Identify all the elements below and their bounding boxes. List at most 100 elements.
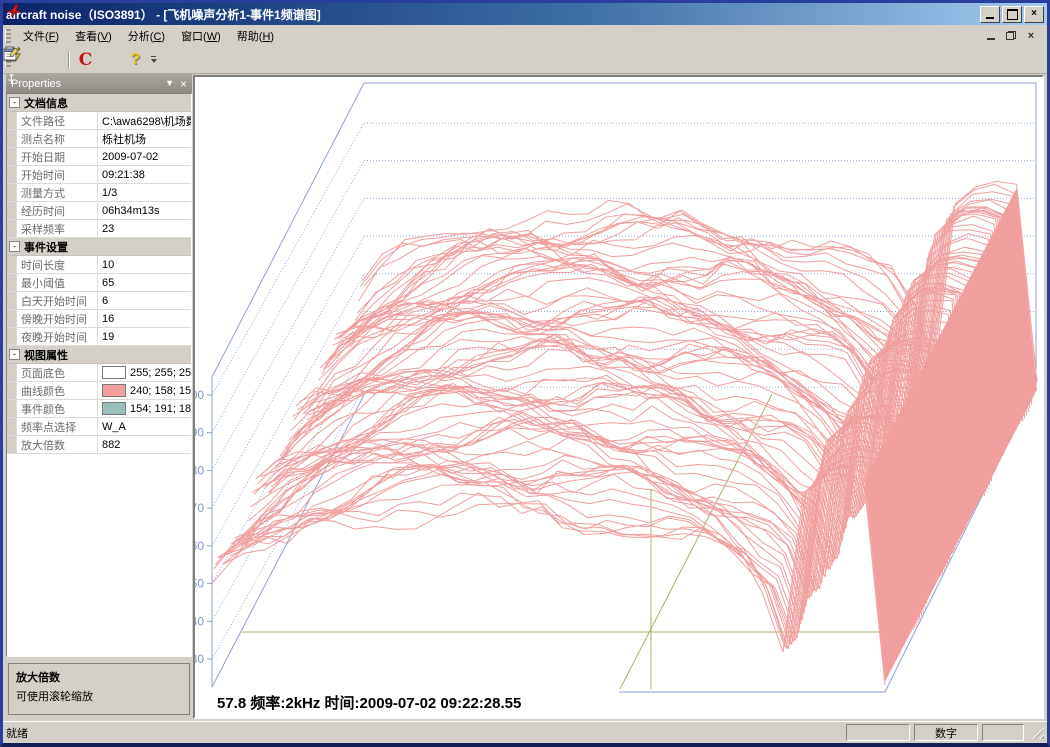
row-indent bbox=[7, 292, 17, 309]
property-label: 事件颜色 bbox=[17, 400, 98, 417]
properties-dialog-button[interactable] bbox=[99, 49, 122, 71]
row-indent bbox=[7, 418, 17, 435]
resize-grip[interactable] bbox=[1031, 726, 1044, 739]
property-value[interactable]: 09:21:38 bbox=[98, 166, 191, 183]
menu-item-H[interactable]: 帮助(H) bbox=[229, 25, 282, 47]
spectrogram-document[interactable]: 30405060708090100 57.8 频率:2kHz 时间:2009-0… bbox=[193, 75, 1044, 719]
menu-item-F[interactable]: 文件(F) bbox=[15, 25, 67, 47]
window-title: aircraft noise（ISO3891） - [飞机噪声分析1-事件1频谱… bbox=[6, 6, 321, 23]
property-label: 页面底色 bbox=[17, 364, 98, 381]
property-row[interactable]: 夜晚开始时间19 bbox=[7, 328, 191, 346]
menubar-grip[interactable] bbox=[5, 29, 11, 43]
svg-text:80: 80 bbox=[195, 463, 204, 477]
menu-bar: 文件(F)查看(V)分析(C)窗口(W)帮助(H) × bbox=[3, 25, 1047, 47]
cursor-readout-label: 57.8 频率:2kHz 时间:2009-07-02 09:22:28.55 bbox=[217, 692, 521, 713]
property-value[interactable]: 6 bbox=[98, 292, 191, 309]
property-value[interactable]: 2009-07-02 bbox=[98, 148, 191, 165]
property-row[interactable]: 测量方式1/3 bbox=[7, 184, 191, 202]
property-value[interactable]: 1/3 bbox=[98, 184, 191, 201]
property-value[interactable]: W_A bbox=[98, 418, 191, 435]
collapse-icon[interactable]: - bbox=[9, 349, 20, 360]
property-row[interactable]: 放大倍数882 bbox=[7, 436, 191, 454]
description-title: 放大倍数 bbox=[16, 669, 182, 685]
property-label: 夜晚开始时间 bbox=[17, 328, 98, 345]
property-value[interactable]: 06h34m13s bbox=[98, 202, 191, 219]
row-indent bbox=[7, 184, 17, 201]
row-indent bbox=[7, 256, 17, 273]
collapse-icon[interactable]: - bbox=[9, 97, 20, 108]
property-row[interactable]: 傍晚开始时间16 bbox=[7, 310, 191, 328]
status-ready-text: 就绪 bbox=[6, 725, 28, 741]
description-text: 可使用滚轮缩放 bbox=[16, 688, 182, 704]
pin-icon[interactable] bbox=[6, 74, 17, 85]
panel-close-icon[interactable]: × bbox=[180, 78, 187, 90]
property-value[interactable]: 16 bbox=[98, 310, 191, 327]
property-row[interactable]: 时间长度10 bbox=[7, 256, 191, 274]
svg-text:90: 90 bbox=[195, 426, 204, 440]
mdi-restore-button[interactable] bbox=[1005, 30, 1017, 41]
property-row[interactable]: 经历时间06h34m13s bbox=[7, 202, 191, 220]
property-value[interactable]: 255; 255; 255 bbox=[98, 364, 191, 381]
property-value[interactable]: 240; 158; 158 bbox=[98, 382, 191, 399]
svg-text:50: 50 bbox=[195, 577, 204, 591]
property-value[interactable]: 882 bbox=[98, 436, 191, 453]
c-logo-icon: C bbox=[79, 50, 93, 70]
minimize-button[interactable] bbox=[980, 6, 1000, 23]
property-row[interactable]: 开始时间09:21:38 bbox=[7, 166, 191, 184]
property-row[interactable]: 事件颜色154; 191; 187 bbox=[7, 400, 191, 418]
menu-item-C[interactable]: 分析(C) bbox=[120, 25, 173, 47]
panel-menu-chevron-icon[interactable]: ▼ bbox=[165, 79, 174, 88]
section-label: 文档信息 bbox=[24, 95, 68, 111]
property-value[interactable]: 19 bbox=[98, 328, 191, 345]
property-section-header[interactable]: -文档信息 bbox=[7, 94, 191, 112]
property-value[interactable]: 栎社机场 bbox=[98, 130, 191, 147]
row-indent bbox=[7, 328, 17, 345]
mdi-close-button[interactable]: × bbox=[1025, 30, 1037, 41]
minimize-icon bbox=[986, 17, 994, 19]
property-row[interactable]: 频率点选择W_A bbox=[7, 418, 191, 436]
property-label: 采样频率 bbox=[17, 220, 98, 237]
property-value[interactable]: C:\awa6298\机场数据 bbox=[98, 112, 191, 129]
open-file-button[interactable] bbox=[41, 49, 64, 71]
toolbar-overflow-button[interactable] bbox=[148, 49, 159, 71]
property-label: 最小阈值 bbox=[17, 274, 98, 291]
property-section-header[interactable]: -事件设置 bbox=[7, 238, 191, 256]
close-button[interactable]: × bbox=[1024, 6, 1044, 23]
property-row[interactable]: 文件路径C:\awa6298\机场数据 bbox=[7, 112, 191, 130]
property-row[interactable]: 开始日期2009-07-02 bbox=[7, 148, 191, 166]
property-label: 开始时间 bbox=[17, 166, 98, 183]
mdi-window-buttons: × bbox=[985, 30, 1047, 41]
property-value[interactable]: 23 bbox=[98, 220, 191, 237]
row-indent bbox=[7, 166, 17, 183]
mdi-minimize-button[interactable] bbox=[985, 30, 997, 41]
menu-item-W[interactable]: 窗口(W) bbox=[173, 25, 229, 47]
maximize-button[interactable] bbox=[1002, 6, 1022, 23]
property-value[interactable]: 154; 191; 187 bbox=[98, 400, 191, 417]
property-row[interactable]: 页面底色255; 255; 255 bbox=[7, 364, 191, 382]
property-row[interactable]: 采样频率23 bbox=[7, 220, 191, 238]
properties-panel-header[interactable]: Properties ▼ × bbox=[6, 74, 192, 93]
color-swatch[interactable] bbox=[102, 366, 126, 379]
property-row[interactable]: 最小阈值65 bbox=[7, 274, 191, 292]
svg-text:40: 40 bbox=[195, 614, 204, 628]
property-label: 经历时间 bbox=[17, 202, 98, 219]
property-value[interactable]: 65 bbox=[98, 274, 191, 291]
collapse-icon[interactable]: - bbox=[9, 241, 20, 252]
c-tool-button[interactable]: C bbox=[74, 49, 97, 71]
property-row[interactable]: 曲线颜色240; 158; 158 bbox=[7, 382, 191, 400]
mdi-minimize-icon bbox=[987, 38, 995, 40]
help-icon: ? bbox=[131, 51, 141, 69]
row-indent bbox=[7, 310, 17, 327]
svg-text:60: 60 bbox=[195, 539, 204, 553]
waterfall-3d-chart[interactable]: 30405060708090100 bbox=[195, 77, 1044, 719]
property-row[interactable]: 测点名称栎社机场 bbox=[7, 130, 191, 148]
section-label: 视图属性 bbox=[24, 347, 68, 363]
property-section-header[interactable]: -视图属性 bbox=[7, 346, 191, 364]
color-swatch[interactable] bbox=[102, 402, 126, 415]
menu-item-V[interactable]: 查看(V) bbox=[67, 25, 120, 47]
property-row[interactable]: 白天开始时间6 bbox=[7, 292, 191, 310]
color-swatch[interactable] bbox=[102, 384, 126, 397]
status-cell-1 bbox=[846, 724, 910, 741]
property-value[interactable]: 10 bbox=[98, 256, 191, 273]
help-button[interactable]: ? bbox=[124, 49, 147, 71]
